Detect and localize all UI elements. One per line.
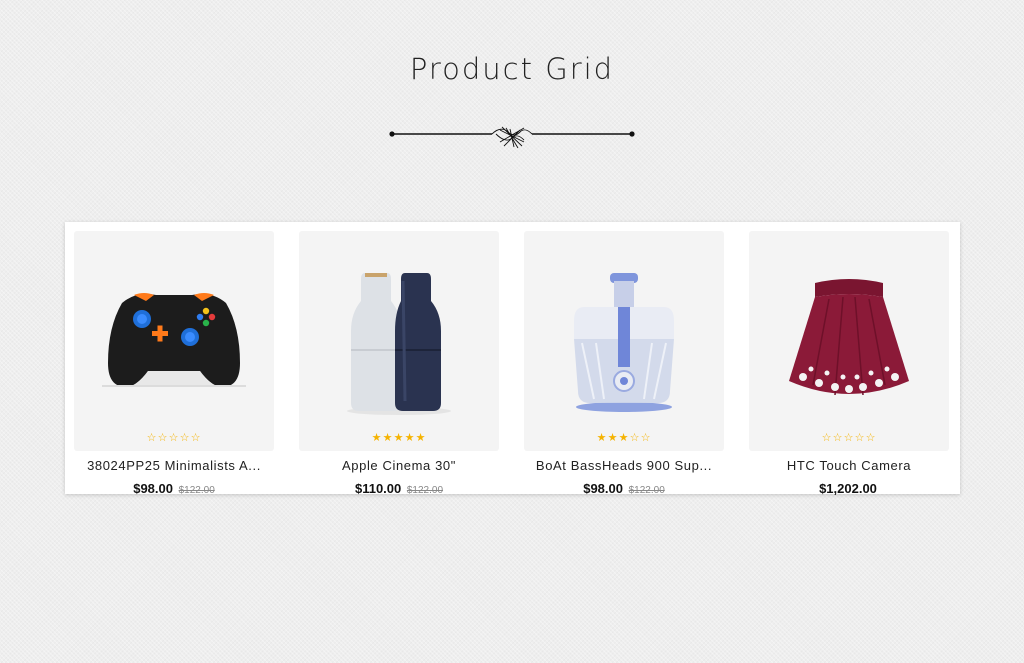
product-price: $98.00 xyxy=(583,481,623,496)
star-rating: ☆☆☆☆☆ xyxy=(74,431,274,445)
star-rating: ☆☆☆☆☆ xyxy=(749,431,949,445)
star-empty-icon: ☆ xyxy=(640,432,652,444)
product-image[interactable]: ★★★☆☆ xyxy=(524,231,724,451)
star-empty-icon: ☆ xyxy=(854,432,866,444)
product-old-price: $122.00 xyxy=(406,485,444,496)
product-image[interactable]: ☆☆☆☆☆ xyxy=(74,231,274,451)
product-name[interactable]: BoAt BassHeads 900 Sup... xyxy=(524,458,724,473)
star-filled-icon: ★ xyxy=(607,432,619,444)
product-name[interactable]: 38024PP25 Minimalists A... xyxy=(74,458,274,473)
product-price: $1,202.00 xyxy=(819,481,877,496)
star-filled-icon: ★ xyxy=(393,432,405,444)
star-rating: ★★★☆☆ xyxy=(524,431,724,445)
star-filled-icon: ★ xyxy=(382,432,394,444)
star-empty-icon: ☆ xyxy=(843,432,855,444)
star-empty-icon: ☆ xyxy=(179,432,191,444)
product-grid: ☆☆☆☆☆ 38024PP25 Minimalists A... $98.00 … xyxy=(65,222,960,496)
star-empty-icon: ☆ xyxy=(157,432,169,444)
section-title: Product Grid xyxy=(409,52,615,86)
star-rating: ★★★★★ xyxy=(299,431,499,445)
salt-pepper-grinder-icon xyxy=(347,273,451,415)
game-controller-icon xyxy=(102,293,246,387)
star-filled-icon: ★ xyxy=(618,432,630,444)
star-filled-icon: ★ xyxy=(404,432,416,444)
product-card[interactable]: ☆☆☆☆☆ 38024PP25 Minimalists A... $98.00 … xyxy=(74,231,274,496)
star-empty-icon: ☆ xyxy=(168,432,180,444)
star-empty-icon: ☆ xyxy=(629,432,641,444)
price-row: $98.00 $122.00 xyxy=(74,481,274,496)
skirt-icon xyxy=(789,279,909,396)
star-filled-icon: ★ xyxy=(371,432,383,444)
star-empty-icon: ☆ xyxy=(190,432,202,444)
star-filled-icon: ★ xyxy=(415,432,427,444)
price-row: $1,202.00 xyxy=(749,481,949,496)
price-row: $98.00 $122.00 xyxy=(524,481,724,496)
product-name[interactable]: HTC Touch Camera xyxy=(749,458,949,473)
product-price: $98.00 xyxy=(133,481,173,496)
product-card[interactable]: ☆☆☆☆☆ HTC Touch Camera $1,202.00 xyxy=(749,231,949,496)
product-image[interactable]: ★★★★★ xyxy=(299,231,499,451)
star-empty-icon: ☆ xyxy=(821,432,833,444)
juicer-icon xyxy=(574,273,674,412)
product-card[interactable]: ★★★★★ Apple Cinema 30" $110.00 $122.00 xyxy=(299,231,499,496)
price-row: $110.00 $122.00 xyxy=(299,481,499,496)
product-old-price: $122.00 xyxy=(628,485,665,496)
star-empty-icon: ☆ xyxy=(146,432,158,444)
product-card[interactable]: ★★★☆☆ BoAt BassHeads 900 Sup... $98.00 $… xyxy=(524,231,724,496)
star-filled-icon: ★ xyxy=(596,432,608,444)
star-empty-icon: ☆ xyxy=(832,432,844,444)
product-price: $110.00 xyxy=(354,481,402,496)
star-empty-icon: ☆ xyxy=(865,432,877,444)
product-image[interactable]: ☆☆☆☆☆ xyxy=(749,231,949,451)
title-divider-ornament xyxy=(389,126,635,149)
product-old-price: $122.00 xyxy=(178,485,215,496)
product-name[interactable]: Apple Cinema 30" xyxy=(299,458,499,473)
